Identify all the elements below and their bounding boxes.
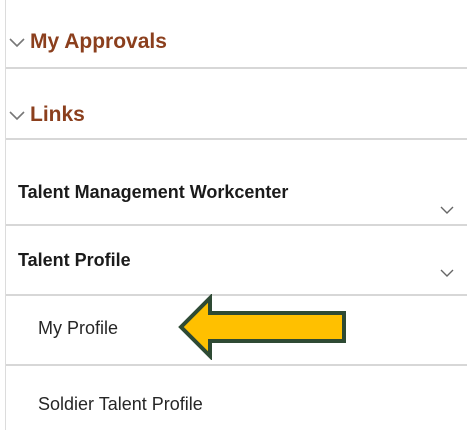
links-panel: My Approvals Links Talent Management Wor… [0,0,467,430]
menu-item-label: Talent Profile [18,250,131,270]
menu-item-label: My Profile [38,318,119,338]
section-label: My Approvals [30,30,167,53]
chevron-down-icon [6,104,28,126]
menu-item-talent-management-workcenter[interactable]: Talent Management Workcenter [6,140,467,224]
chevron-down-icon [6,31,28,53]
section-links[interactable]: Links [6,103,85,127]
chevron-down-icon [437,266,457,280]
menu-item-label: Talent Management Workcenter [18,182,289,202]
section-label: Links [30,103,85,126]
divider [6,67,467,69]
menu-item-soldier-talent-profile[interactable]: Soldier Talent Profile [6,366,467,430]
arrow-left-icon [178,294,346,360]
menu-item-label: Soldier Talent Profile [38,394,203,414]
chevron-down-icon [437,203,457,217]
menu-item-talent-profile[interactable]: Talent Profile [6,226,467,294]
section-my-approvals[interactable]: My Approvals [6,30,167,54]
